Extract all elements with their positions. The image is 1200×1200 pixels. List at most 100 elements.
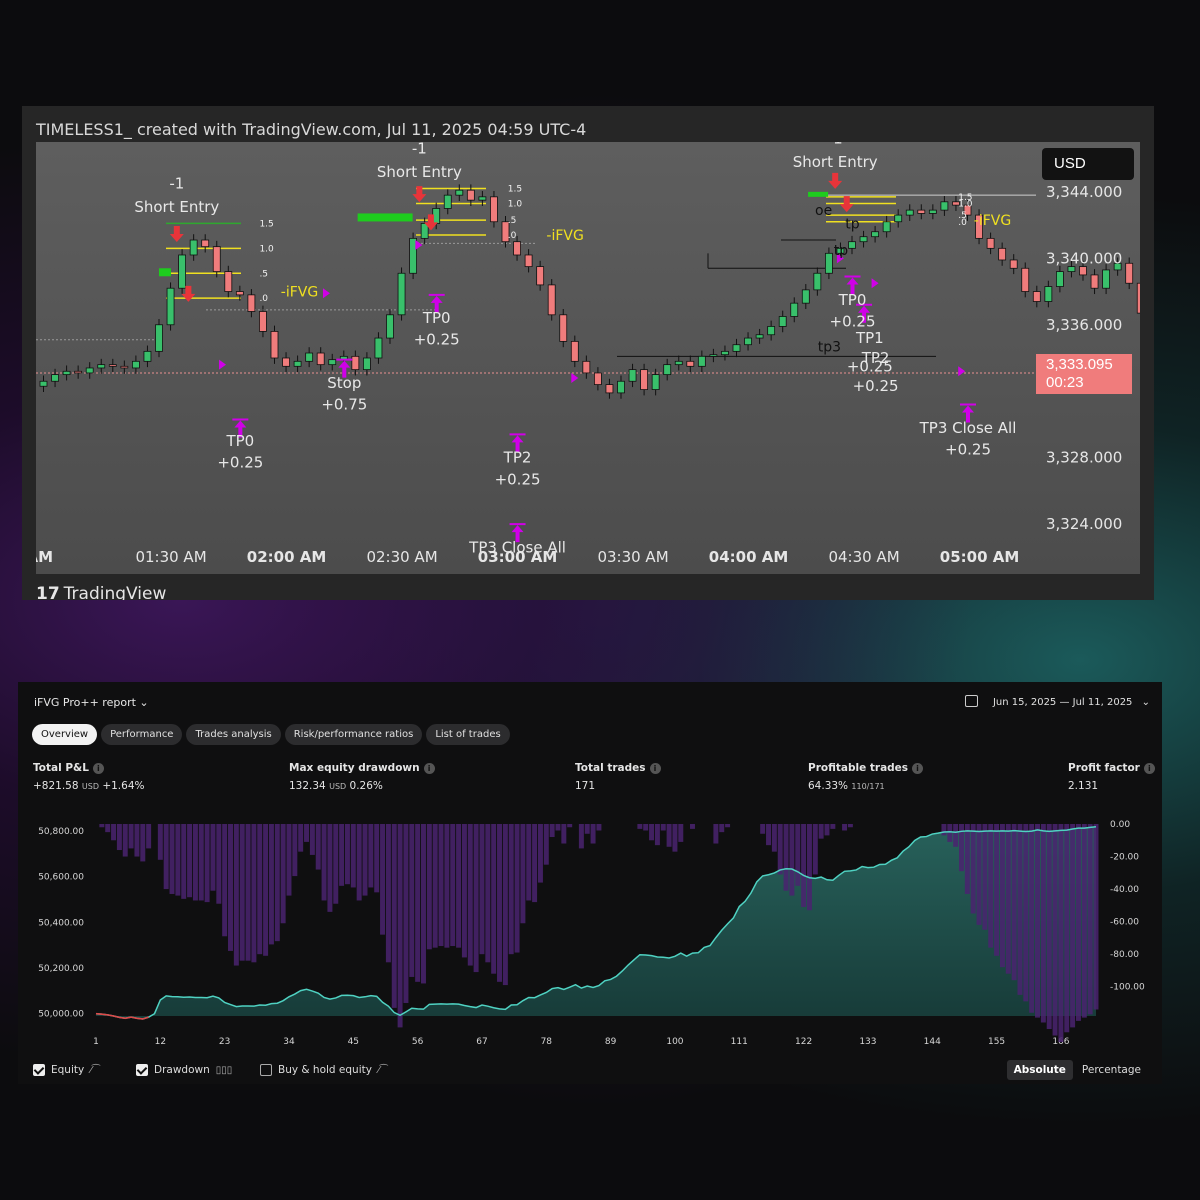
drawdown-bar (204, 824, 210, 903)
percentage-toggle[interactable]: Percentage (1075, 1060, 1148, 1080)
drawdown-bar (590, 824, 596, 844)
chart-annotation: -1 (828, 142, 843, 148)
drawdown-bar (315, 824, 321, 870)
tab-risk-ratios[interactable]: Risk/performance ratios (284, 724, 423, 745)
drawdown-bar (994, 824, 1000, 956)
time-tick-label: 04:00 AM (709, 548, 789, 566)
tab-trades-analysis[interactable]: Trades analysis (186, 724, 281, 745)
drawdown-bar (988, 824, 994, 948)
exit-marker (415, 240, 423, 251)
y-axis-left-label: 50,400.00 (38, 918, 84, 928)
drawdown-bar (725, 824, 731, 828)
legend-equity[interactable]: Equity ⁄⁀ (33, 1064, 100, 1076)
candle (328, 359, 337, 366)
drawdown-bar (216, 824, 222, 904)
drawdown-bar (198, 824, 204, 901)
fvg-zone (357, 213, 413, 222)
drawdown-bar (409, 824, 415, 977)
stat-profit-factor: Profit factor i 2.131 (1068, 762, 1155, 792)
stat-label: Profitable trades (808, 762, 909, 774)
report-title[interactable]: iFVG Pro++ report ⌄ (34, 696, 149, 709)
candle (721, 350, 729, 356)
drawdown-bar (1040, 824, 1046, 1023)
drawdown-bar (163, 824, 169, 890)
info-icon[interactable]: i (912, 763, 924, 774)
legend-label: Equity (51, 1064, 85, 1076)
stat-value: +821.58 (33, 780, 79, 792)
stat-percent: +1.64% (102, 780, 145, 792)
drawdown-bar (1035, 824, 1041, 1018)
legend-buy-hold[interactable]: Buy & hold equity ⁄⁀ (260, 1064, 388, 1076)
drawdown-bar (777, 824, 783, 875)
exit-marker (322, 288, 330, 299)
drawdown-bar (1070, 824, 1076, 1028)
candle (120, 365, 129, 369)
drawdown-bar (461, 824, 467, 958)
fib-level-label: .0 (508, 231, 517, 241)
drawdown-bar (801, 824, 807, 907)
candle (1056, 271, 1064, 287)
drawdown-bar (1064, 824, 1070, 1033)
drawdown-checkbox[interactable] (136, 1064, 148, 1076)
x-axis-label: 155 (988, 1037, 1005, 1047)
candle (536, 266, 545, 286)
tab-list-of-trades[interactable]: List of trades (426, 724, 510, 745)
fib-level-label: 1.5 (508, 185, 522, 195)
drawdown-bar (111, 824, 117, 841)
y-axis-left-label: 50,600.00 (38, 873, 84, 883)
x-axis-label: 78 (541, 1037, 553, 1047)
drawdown-bar (397, 824, 403, 1028)
x-axis-label: 1 (93, 1037, 99, 1047)
y-axis-right-label: -20.00 (1110, 853, 1139, 863)
drawdown-bar (432, 824, 438, 948)
info-icon[interactable]: i (92, 763, 104, 774)
equity-drawdown-chart[interactable]: 50,000.00 50,200.00 50,400.00 50,600.00 50,8… (18, 812, 1162, 1052)
candle (928, 209, 937, 214)
info-icon[interactable]: i (423, 763, 435, 774)
drawdown-bar (806, 824, 812, 911)
drawdown-bar (485, 824, 491, 963)
absolute-toggle[interactable]: Absolute (1006, 1060, 1073, 1080)
drawdown-bar (502, 824, 508, 986)
candle (132, 360, 140, 369)
drawdown-bar (713, 824, 719, 844)
stat-ratio: 110/171 (851, 782, 885, 791)
drawdown-bar (561, 824, 567, 844)
tab-overview[interactable]: Overview (32, 724, 98, 745)
chevron-down-icon: ⌄ (1141, 697, 1150, 708)
drawdown-bar (649, 824, 655, 841)
candle (825, 252, 833, 274)
currency-selector[interactable]: USD (1042, 148, 1134, 180)
price-tick-label: 3,340.000 (1046, 249, 1122, 267)
drawdown-bar (760, 824, 766, 834)
price-chart[interactable]: 3,344.000 3,340.000 3,336.000 3,328.000 3,32… (22, 130, 1154, 574)
date-range-picker[interactable]: Jun 15, 2025 — Jul 11, 2025 ⌄ (964, 695, 1150, 708)
chart-annotation: +0.25 (853, 377, 899, 395)
short-entry-arrow (839, 196, 854, 213)
chart-annotation: +0.25 (945, 440, 991, 458)
buy-hold-checkbox[interactable] (260, 1064, 272, 1076)
chart-annotation: +0.25 (847, 357, 893, 375)
drawdown-bar (368, 824, 374, 888)
chart-annotation: +0.25 (495, 470, 541, 488)
drawdown-bar (292, 824, 298, 877)
price-tick-label: 3,328.000 (1046, 449, 1122, 467)
drawdown-bar (1075, 824, 1081, 1021)
drawdown-bar (1046, 824, 1052, 1030)
candle (85, 367, 94, 374)
tab-performance[interactable]: Performance (101, 724, 183, 745)
drawdown-bar (456, 824, 462, 948)
candle (374, 337, 383, 359)
candlestick-chart-svg[interactable]: 3,344.000 3,340.000 3,336.000 3,328.000 3,32… (22, 130, 1154, 574)
candle (490, 196, 498, 223)
legend-drawdown[interactable]: Drawdown ▯▯▯ (136, 1064, 232, 1076)
drawdown-bar (824, 824, 830, 836)
x-axis-label: 111 (731, 1037, 748, 1047)
equity-checkbox[interactable] (33, 1064, 45, 1076)
drawdown-bar (672, 824, 678, 852)
drawdown-bar (128, 824, 134, 849)
chart-annotation: +0.25 (414, 331, 460, 349)
info-icon[interactable]: i (1143, 763, 1155, 774)
info-icon[interactable]: i (649, 763, 661, 774)
drawdown-bar (842, 824, 848, 831)
